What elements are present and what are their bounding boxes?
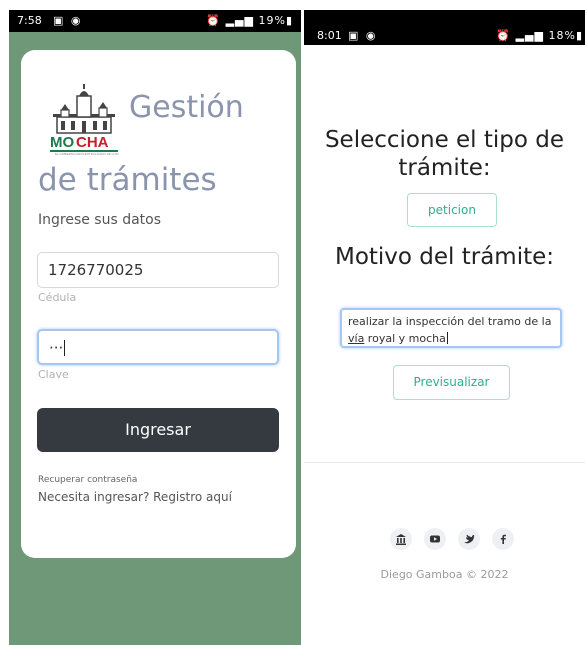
cedula-label: Cédula — [38, 291, 77, 304]
brand-title: Gestión — [129, 90, 244, 125]
notification-icons: ▣ ◉ — [348, 29, 378, 42]
cedula-value: 1726770025 — [48, 261, 144, 279]
login-button[interactable]: Ingresar — [37, 408, 279, 452]
password-value: ··· — [49, 339, 64, 357]
svg-text:CHA: CHA — [76, 134, 109, 151]
battery-level: 19% — [258, 14, 286, 27]
procedure-type-button[interactable]: peticion — [407, 193, 497, 227]
twitter-icon[interactable] — [458, 528, 480, 550]
reason-text-flagged-word: vía — [348, 332, 365, 345]
brand-subtitle: de trámites — [38, 162, 217, 198]
battery-icon: ▮ — [575, 29, 583, 42]
svg-text:EL GOBIERNO DESCENTRALIZADO DE: EL GOBIERNO DESCENTRALIZADO DE LOS MOCHA — [55, 152, 119, 156]
password-label: Clave — [38, 368, 69, 381]
reason-text-end: royal y mocha — [364, 332, 446, 345]
youtube-icon[interactable] — [424, 528, 446, 550]
svg-text:MO: MO — [50, 134, 74, 151]
institution-icon[interactable] — [390, 528, 412, 550]
login-card: MO CHA EL GOBIERNO DESCENTRALIZADO DE LO… — [21, 50, 296, 558]
login-instruction: Ingrese sus datos — [38, 212, 162, 228]
status-bar: 8:01 ▣ ◉ ⏰ ▂▄▆ 18%▮ — [304, 10, 585, 45]
alarm-icon: ⏰ — [496, 29, 512, 42]
text-caret — [64, 340, 66, 356]
preview-button[interactable]: Previsualizar — [393, 365, 510, 400]
reason-text-start: realizar la inspección del tramo de la — [348, 315, 552, 328]
register-link[interactable]: Necesita ingresar? Registro aquí — [38, 490, 232, 504]
procedure-type-heading: Seleccione el tipo de trámite: — [324, 127, 565, 181]
notification-icons: ▣ ◉ — [53, 14, 83, 27]
facebook-icon[interactable] — [492, 528, 514, 550]
status-right: ⏰ ▂▄▆ 18%▮ — [496, 29, 583, 42]
signal-icon: ▂▄▆ — [515, 29, 544, 42]
status-bar: 7:58 ▣ ◉ ⏰ ▂▄▆ 19%▮ — [9, 10, 301, 32]
login-screen: 7:58 ▣ ◉ ⏰ ▂▄▆ 19%▮ MO CHA EL GOBIERNO D… — [9, 10, 301, 645]
reason-textarea[interactable]: realizar la inspección del tramo de la v… — [340, 308, 562, 348]
procedure-screen: 8:01 ▣ ◉ ⏰ ▂▄▆ 18%▮ Seleccione el tipo d… — [304, 10, 585, 645]
battery-icon: ▮ — [285, 14, 293, 27]
footer-divider — [304, 462, 585, 463]
status-time: 7:58 — [17, 14, 42, 27]
status-right: ⏰ ▂▄▆ 19%▮ — [206, 14, 293, 27]
signal-icon: ▂▄▆ — [225, 14, 254, 27]
mocha-logo: MO CHA EL GOBIERNO DESCENTRALIZADO DE LO… — [50, 84, 119, 156]
copyright-text: Diego Gamboa © 2022 — [380, 568, 509, 581]
text-caret — [446, 332, 448, 344]
battery-level: 18% — [548, 29, 576, 42]
reason-heading: Motivo del trámite: — [334, 244, 555, 270]
status-time: 8:01 — [317, 29, 342, 42]
alarm-icon: ⏰ — [206, 14, 222, 27]
cedula-input[interactable]: 1726770025 — [37, 252, 279, 288]
recover-password-link[interactable]: Recuperar contraseña — [38, 475, 137, 485]
password-input[interactable]: ··· — [37, 329, 279, 365]
